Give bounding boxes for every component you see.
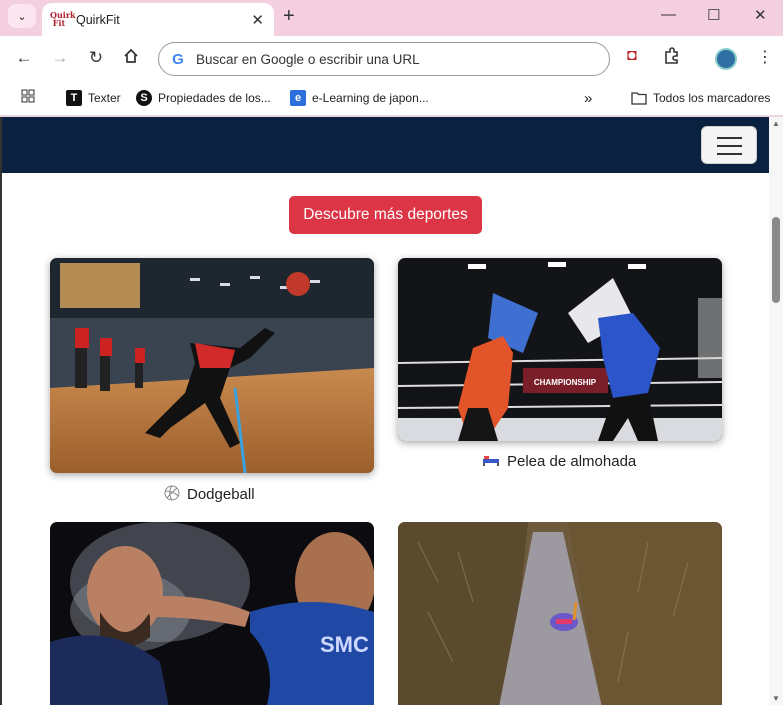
volleyball-icon: [164, 485, 180, 504]
profile-avatar[interactable]: [715, 48, 737, 70]
card-label-text: Dodgeball: [187, 486, 255, 503]
site-navbar: [2, 117, 769, 173]
sport-card-bog-snorkelling[interactable]: [398, 522, 722, 705]
discover-more-sports-button[interactable]: Descubre más deportes: [289, 196, 482, 234]
bookmark-elearning[interactable]: e e-Learning de japon...: [290, 90, 429, 106]
back-button[interactable]: ←: [13, 48, 35, 68]
bed-icon: [482, 453, 500, 470]
bookmarks-overflow-button[interactable]: »: [584, 90, 592, 107]
scrollbar-thumb[interactable]: [772, 217, 780, 303]
forward-button[interactable]: →: [49, 48, 71, 68]
elearning-icon: e: [290, 90, 306, 106]
chevron-down-icon: ⌄: [17, 10, 27, 23]
slap-fight-photo: SMC: [50, 522, 374, 705]
pillow-fight-photo: CHAMPIONSHIP: [398, 258, 722, 441]
quirkfit-favicon-icon: Quirk Fit: [50, 9, 76, 28]
texter-icon: T: [66, 90, 82, 106]
close-tab-icon[interactable]: ✕: [251, 11, 264, 29]
bookmark-label: Texter: [88, 91, 121, 105]
close-window-button[interactable]: ✕: [754, 6, 767, 24]
svg-text:SMC: SMC: [320, 632, 369, 657]
bookmarks-bar: T Texter S Propiedades de los... e e-Lea…: [0, 82, 783, 116]
card-label-text: Pelea de almohada: [507, 453, 637, 470]
all-bookmarks-label: Todos los marcadores: [653, 91, 771, 105]
dodgeball-photo: [50, 258, 374, 473]
card-label-pillow-fight: Pelea de almohada: [482, 453, 636, 470]
tab-search-button[interactable]: ⌄: [8, 4, 36, 28]
bog-snorkelling-photo: [398, 522, 722, 705]
minimize-button[interactable]: —: [661, 6, 676, 23]
svg-text:CHAMPIONSHIP: CHAMPIONSHIP: [534, 378, 597, 387]
maximize-button[interactable]: ☐: [707, 6, 720, 24]
apps-grid-icon[interactable]: [21, 89, 35, 103]
sport-card-slap-fight[interactable]: SMC: [50, 522, 374, 705]
all-bookmarks[interactable]: Todos los marcadores: [631, 90, 770, 106]
folder-icon: [631, 90, 647, 106]
card-label-dodgeball: Dodgeball: [164, 485, 255, 504]
address-bar[interactable]: G Buscar en Google o escribir una URL: [158, 42, 610, 76]
extensions-puzzle-icon[interactable]: [663, 47, 681, 70]
tab-quirkfit[interactable]: Quirk Fit QuirkFit ✕: [42, 3, 274, 36]
tab-strip: ⌄ Quirk Fit QuirkFit ✕ + — ☐ ✕: [0, 0, 783, 36]
new-tab-button[interactable]: +: [283, 5, 295, 28]
navbar-toggle-button[interactable]: [701, 126, 757, 164]
tab-title: QuirkFit: [76, 12, 120, 27]
bookmark-label: Propiedades de los...: [158, 91, 271, 105]
scroll-down-arrow-icon[interactable]: ▼: [772, 694, 780, 703]
home-icon: [124, 48, 138, 63]
bookmark-label: e-Learning de japon...: [312, 91, 429, 105]
sport-card-pillow-fight[interactable]: CHAMPIONSHIP: [398, 258, 722, 441]
page-viewport: Descubre más deportes Dodgeball CHAMPION…: [2, 117, 769, 705]
bookmark-texter[interactable]: T Texter: [66, 90, 121, 106]
google-icon: G: [172, 50, 184, 68]
extension-shield-icon[interactable]: ◘: [627, 47, 637, 65]
browser-toolbar: ← → ↻ G Buscar en Google o escribir una …: [0, 36, 783, 82]
home-button[interactable]: [120, 48, 142, 69]
menu-dots-icon[interactable]: ⋮: [757, 47, 773, 67]
s-icon: S: [136, 90, 152, 106]
sport-card-dodgeball[interactable]: [50, 258, 374, 473]
scroll-up-arrow-icon[interactable]: ▲: [772, 119, 780, 128]
address-placeholder: Buscar en Google o escribir una URL: [196, 51, 420, 67]
bookmark-propiedades[interactable]: S Propiedades de los...: [136, 90, 271, 106]
page-scrollbar[interactable]: ▲ ▼: [769, 117, 783, 705]
reload-button[interactable]: ↻: [85, 48, 107, 68]
